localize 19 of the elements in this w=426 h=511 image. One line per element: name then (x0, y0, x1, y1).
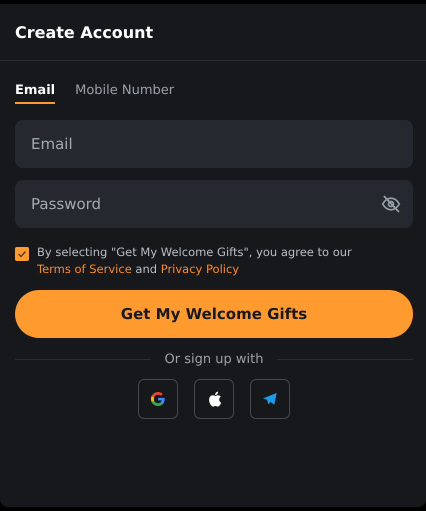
tab[interactable]: Email (15, 83, 56, 104)
link[interactable]: Terms of Service (37, 262, 132, 276)
submit-button[interactable]: Get My Welcome Gifts (15, 290, 413, 338)
apple-button[interactable] (194, 379, 234, 419)
google-button[interactable] (138, 379, 178, 419)
apple-icon (206, 391, 222, 407)
paper-plane-icon (262, 391, 278, 407)
eye-slash-icon[interactable] (381, 194, 401, 214)
telegram-button[interactable] (250, 379, 290, 419)
google-icon (150, 391, 166, 407)
password-field[interactable]: Password (15, 180, 413, 228)
divider-label: Or sign up with (164, 352, 264, 367)
check-icon (17, 249, 27, 259)
dialog-title: Create Account (15, 22, 154, 42)
tab[interactable]: Mobile Number (75, 83, 174, 104)
checkbox[interactable] (15, 247, 29, 261)
link[interactable]: Privacy Policy (160, 262, 240, 276)
email-field[interactable]: Email (15, 120, 413, 168)
agreement-text: By selecting "Get My Welcome Gifts", you agree to our Terms of Service and Privacy Policy (37, 244, 353, 278)
